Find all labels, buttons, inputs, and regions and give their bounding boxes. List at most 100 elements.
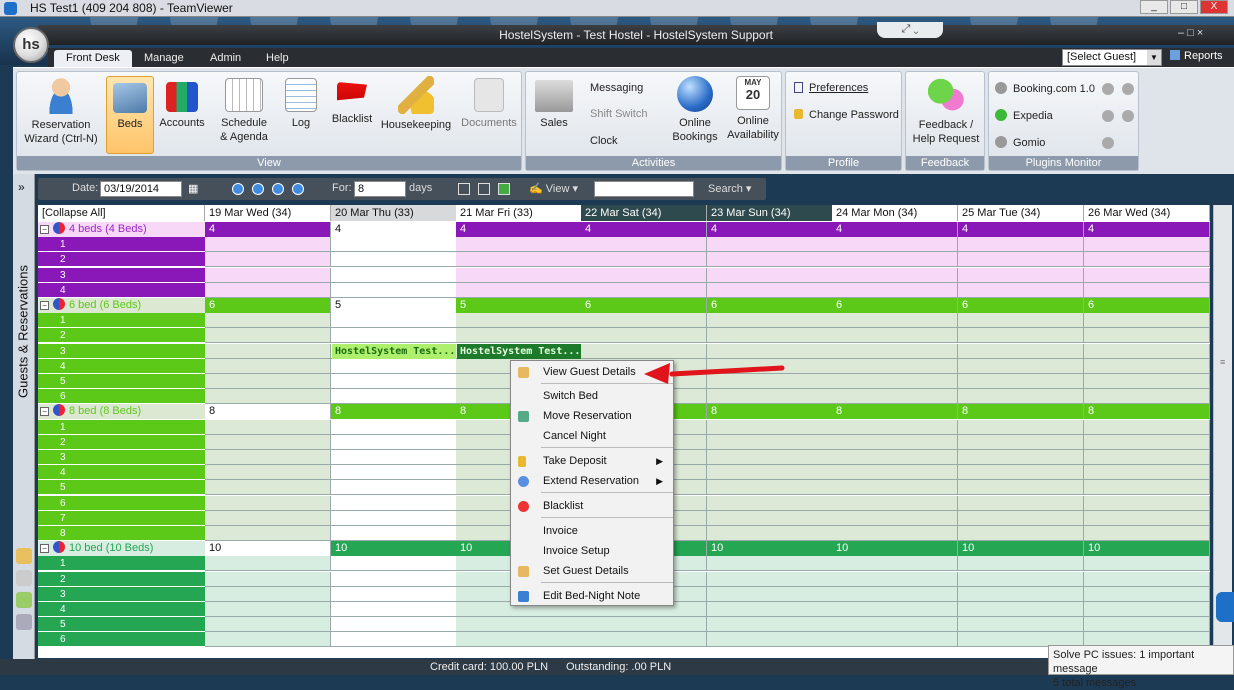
bed-night-cell[interactable] xyxy=(958,586,1084,602)
bed-night-cell[interactable] xyxy=(456,328,582,344)
bed-night-cell[interactable] xyxy=(958,267,1084,283)
bed-night-cell[interactable] xyxy=(1084,571,1210,587)
housekeeping-button[interactable]: Housekeeping xyxy=(379,76,453,154)
booking-block[interactable]: HostelSystem Test... xyxy=(332,343,456,359)
bed-night-cell[interactable] xyxy=(958,389,1084,405)
bed-night-cell[interactable] xyxy=(1084,495,1210,511)
info-icon[interactable] xyxy=(1102,110,1114,122)
feedback-button[interactable]: Feedback / Help Request xyxy=(908,76,984,154)
bed-night-cell[interactable] xyxy=(331,328,457,344)
schedule-agenda-button[interactable]: Schedule & Agenda xyxy=(212,76,276,154)
reservation-wizard-button[interactable]: Reservation Wizard (Ctrl-N) xyxy=(19,76,103,154)
bed-night-cell[interactable] xyxy=(205,434,331,450)
tv-close-button[interactable]: X xyxy=(1200,0,1228,14)
bed-night-cell[interactable] xyxy=(832,480,958,496)
bed-night-cell[interactable] xyxy=(205,450,331,465)
select-guest-dropdown[interactable]: [Select Guest] ▼ xyxy=(1062,49,1162,66)
bed-night-cell[interactable] xyxy=(958,374,1084,389)
bed-night-cell[interactable] xyxy=(1084,450,1210,465)
bed-night-cell[interactable] xyxy=(456,282,582,298)
collapse-all-button[interactable]: [Collapse All] xyxy=(38,205,205,221)
previous-icon[interactable] xyxy=(252,183,264,195)
bed-night-cell[interactable] xyxy=(958,419,1084,435)
bed-night-cell[interactable] xyxy=(958,282,1084,298)
bed-night-cell[interactable] xyxy=(1084,374,1210,389)
bed-night-cell[interactable] xyxy=(205,586,331,602)
bed-night-cell[interactable] xyxy=(707,389,833,405)
bed-night-cell[interactable] xyxy=(1084,358,1210,374)
documents-button[interactable]: Documents xyxy=(457,76,521,154)
bed-night-cell[interactable] xyxy=(1084,526,1210,541)
bed-night-cell[interactable] xyxy=(958,571,1084,587)
info-icon[interactable] xyxy=(1102,83,1114,95)
bed-night-cell[interactable] xyxy=(1084,389,1210,405)
booking-block-selected[interactable]: HostelSystem Test... xyxy=(457,343,581,359)
bed-night-cell[interactable] xyxy=(1084,510,1210,526)
info-icon[interactable] xyxy=(1122,83,1134,95)
menu-cancel-night[interactable]: Cancel Night xyxy=(511,427,673,445)
bed-night-cell[interactable] xyxy=(707,602,833,617)
bed-night-cell[interactable] xyxy=(331,586,457,602)
view-dropdown[interactable]: ✍ View ▾ xyxy=(529,182,578,195)
bed-night-cell[interactable] xyxy=(707,465,833,481)
bed-night-cell[interactable] xyxy=(331,632,457,648)
bed-night-cell[interactable] xyxy=(205,282,331,298)
bed-night-cell[interactable] xyxy=(1084,237,1210,253)
change-password-button[interactable]: Change Password xyxy=(794,109,899,121)
bed-night-cell[interactable] xyxy=(456,252,582,268)
bed-night-cell[interactable] xyxy=(331,252,457,268)
bed-night-cell[interactable] xyxy=(707,571,833,587)
bed-night-cell[interactable] xyxy=(205,571,331,587)
days-field[interactable]: 8 xyxy=(354,181,406,197)
bed-night-cell[interactable] xyxy=(581,267,707,283)
bed-night-cell[interactable] xyxy=(205,374,331,389)
bed-night-cell[interactable] xyxy=(707,480,833,496)
bed-night-cell[interactable] xyxy=(205,267,331,283)
bed-night-cell[interactable] xyxy=(1084,343,1210,359)
bed-night-cell[interactable] xyxy=(205,526,331,541)
magnifier-icon[interactable] xyxy=(16,570,32,586)
bed-night-cell[interactable] xyxy=(331,282,457,298)
bed-night-cell[interactable] xyxy=(832,267,958,283)
bed-night-cell[interactable] xyxy=(832,358,958,374)
bed-night-cell[interactable] xyxy=(331,313,457,329)
bed-night-cell[interactable] xyxy=(331,465,457,481)
bed-night-cell[interactable] xyxy=(707,495,833,511)
expand-panel-button[interactable]: » xyxy=(18,180,25,194)
bed-night-cell[interactable] xyxy=(707,510,833,526)
tv-maximize-button[interactable]: □ xyxy=(1170,0,1198,14)
bed-night-cell[interactable] xyxy=(456,313,582,329)
bed-night-cell[interactable] xyxy=(331,556,457,572)
bed-night-cell[interactable] xyxy=(205,419,331,435)
bed-night-cell[interactable] xyxy=(205,495,331,511)
bed-night-cell[interactable] xyxy=(581,282,707,298)
bed-night-cell[interactable] xyxy=(331,267,457,283)
bed-night-cell[interactable] xyxy=(331,374,457,389)
bed-night-cell[interactable] xyxy=(832,510,958,526)
bed-night-cell[interactable] xyxy=(581,632,707,648)
split-icon[interactable] xyxy=(478,183,490,195)
bed-night-cell[interactable] xyxy=(1084,480,1210,496)
bed-night-cell[interactable] xyxy=(958,237,1084,253)
bed-night-cell[interactable] xyxy=(205,617,331,633)
bed-night-cell[interactable] xyxy=(1084,328,1210,344)
bed-night-cell[interactable] xyxy=(581,343,707,359)
sales-button[interactable]: Sales xyxy=(528,76,580,154)
bed-night-cell[interactable] xyxy=(205,480,331,496)
bed-night-cell[interactable] xyxy=(205,237,331,253)
teamviewer-side-icon[interactable] xyxy=(1216,592,1234,622)
beds-button[interactable]: Beds xyxy=(106,76,154,154)
online-availability-button[interactable]: MAY 20 Online Availability xyxy=(725,76,781,154)
group-header[interactable]: − 6 bed (6 Beds) xyxy=(38,298,205,313)
calendar-picker-icon[interactable]: ▦ xyxy=(188,182,198,195)
bed-night-cell[interactable] xyxy=(832,282,958,298)
plugin-booking-com[interactable]: Booking.com 1.0 xyxy=(995,82,1095,95)
menu-extend-reservation[interactable]: Extend Reservation ▶ xyxy=(511,472,673,490)
shift-switch-button[interactable]: Shift Switch xyxy=(590,108,647,120)
bed-night-cell[interactable] xyxy=(958,617,1084,633)
bed-night-cell[interactable] xyxy=(832,617,958,633)
collapse-toggle-icon[interactable]: − xyxy=(40,225,49,234)
bed-night-cell[interactable] xyxy=(958,480,1084,496)
bed-night-cell[interactable] xyxy=(1084,556,1210,572)
bed-night-cell[interactable] xyxy=(707,282,833,298)
